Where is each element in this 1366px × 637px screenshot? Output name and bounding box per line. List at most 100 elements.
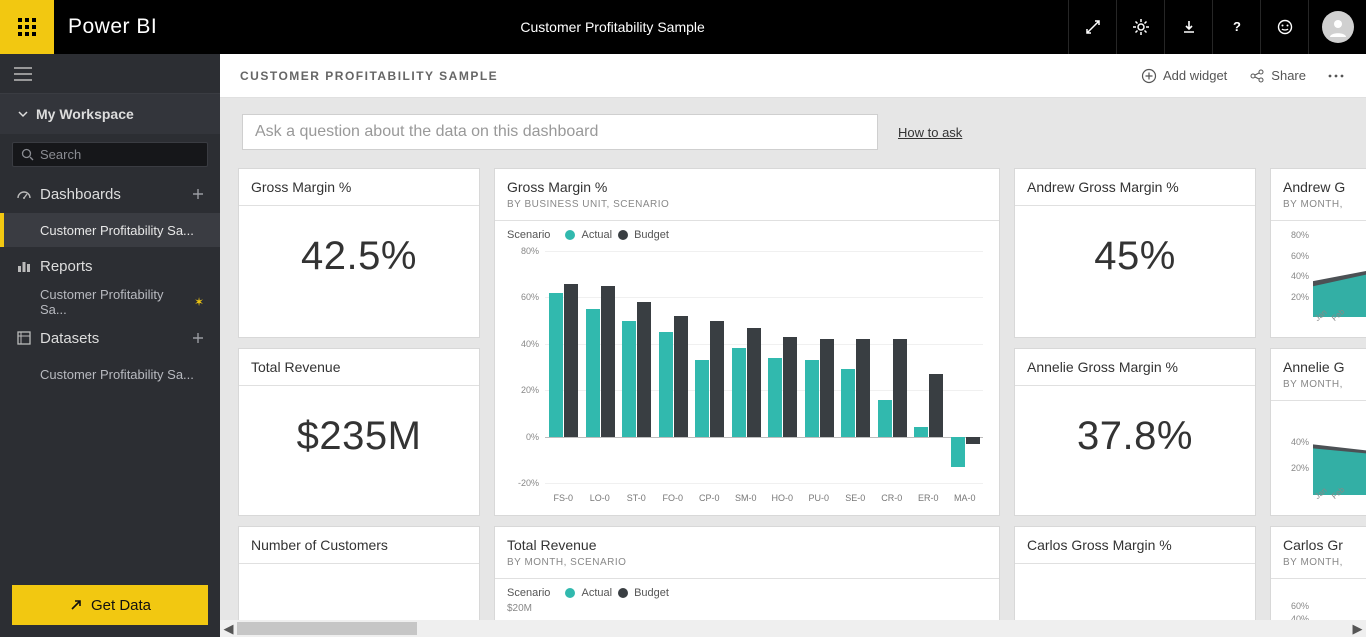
- dashboard-title[interactable]: Customer Profitability Sample: [157, 19, 1068, 35]
- legend-swatch-budget: [618, 230, 628, 240]
- kpi-value: 37.8%: [1027, 414, 1243, 459]
- more-icon: [1328, 74, 1344, 78]
- bar-chart: -20%0%20%40%60%80%FS-0LO-0ST-0FO-0CP-0SM…: [507, 245, 987, 505]
- hamburger-icon: [14, 67, 32, 81]
- smile-icon: [1277, 19, 1293, 35]
- nav-section-reports[interactable]: Reports: [0, 247, 220, 285]
- workspace-selector[interactable]: My Workspace: [0, 94, 220, 134]
- legend-series-a: Actual: [581, 587, 612, 599]
- top-toolbar: ?: [1068, 0, 1366, 54]
- feedback-button[interactable]: [1260, 0, 1308, 54]
- gauge-icon: [16, 186, 32, 202]
- tile-andrew-gm[interactable]: Andrew Gross Margin % 45%: [1014, 168, 1256, 338]
- plus-circle-icon: [1141, 68, 1157, 84]
- brand-label: Power BI: [68, 15, 157, 39]
- main-content: CUSTOMER PROFITABILITY SAMPLE Add widget…: [220, 54, 1366, 637]
- tile-title: Gross Margin %: [507, 179, 987, 195]
- settings-button[interactable]: [1116, 0, 1164, 54]
- sidebar-item-dataset[interactable]: Customer Profitability Sa...: [0, 357, 220, 391]
- tile-title: Total Revenue: [251, 359, 467, 375]
- search-input[interactable]: Search: [12, 142, 208, 167]
- tile-title: Carlos Gross Margin %: [1027, 537, 1243, 553]
- download-icon: [1181, 19, 1197, 35]
- waffle-icon: [17, 17, 37, 37]
- legend-label: Scenario: [507, 587, 550, 599]
- breadcrumb: CUSTOMER PROFITABILITY SAMPLE: [240, 69, 498, 83]
- fullscreen-icon: [1085, 19, 1101, 35]
- nav-section-label: Datasets: [40, 330, 99, 347]
- tile-title: Annelie Gross Margin %: [1027, 359, 1243, 375]
- collapse-sidebar-button[interactable]: [0, 54, 220, 94]
- nav-section-dashboards[interactable]: Dashboards: [0, 175, 220, 213]
- help-button[interactable]: ?: [1212, 0, 1260, 54]
- divider: [239, 563, 479, 564]
- scroll-thumb[interactable]: [237, 622, 417, 635]
- chevron-down-icon: [18, 109, 28, 119]
- legend-swatch-actual: [565, 588, 575, 598]
- y-tick-label: $20M: [507, 603, 987, 614]
- qna-input[interactable]: Ask a question about the data on this da…: [242, 114, 878, 150]
- divider: [1015, 205, 1255, 206]
- help-icon: ?: [1229, 19, 1245, 35]
- svg-text:?: ?: [1233, 19, 1241, 34]
- tile-subtitle: BY BUSINESS UNIT, SCENARIO: [507, 199, 987, 210]
- horizontal-scrollbar[interactable]: ◀ ▶: [220, 620, 1366, 637]
- dashboard-canvas: Ask a question about the data on this da…: [220, 98, 1366, 637]
- divider: [1015, 385, 1255, 386]
- tile-gm-chart[interactable]: Gross Margin % BY BUSINESS UNIT, SCENARI…: [494, 168, 1000, 516]
- tile-gross-margin[interactable]: Gross Margin % 42.5%: [238, 168, 480, 338]
- divider: [495, 220, 999, 221]
- sidebar-item-report[interactable]: Customer Profitability Sa... ✶: [0, 285, 220, 319]
- tile-annelie-gm[interactable]: Annelie Gross Margin % 37.8%: [1014, 348, 1256, 516]
- tile-title: Andrew Gross Margin %: [1027, 179, 1243, 195]
- workspace-label: My Workspace: [36, 106, 134, 122]
- get-data-button[interactable]: Get Data: [12, 585, 208, 625]
- nav-section-label: Reports: [40, 258, 93, 275]
- gear-icon: [1132, 18, 1150, 36]
- tile-annelie-mini[interactable]: Annelie G BY MONTH, 40%20%JanFeb: [1270, 348, 1366, 516]
- action-bar: CUSTOMER PROFITABILITY SAMPLE Add widget…: [220, 54, 1366, 98]
- sidebar: My Workspace Search Dashboards Customer …: [0, 54, 220, 637]
- tile-title: Carlos Gr: [1283, 537, 1357, 553]
- plus-icon[interactable]: [192, 332, 204, 344]
- fullscreen-button[interactable]: [1068, 0, 1116, 54]
- sidebar-item-dashboard[interactable]: Customer Profitability Sa...: [0, 213, 220, 247]
- plus-icon[interactable]: [192, 188, 204, 200]
- divider: [1015, 563, 1255, 564]
- more-actions-button[interactable]: [1328, 74, 1344, 78]
- tile-title: Annelie G: [1283, 359, 1357, 375]
- tile-subtitle: BY MONTH,: [1283, 199, 1357, 210]
- nav-section-datasets[interactable]: Datasets: [0, 319, 220, 357]
- star-icon: ✶: [194, 295, 204, 309]
- legend-series-a: Actual: [581, 229, 612, 241]
- divider: [239, 205, 479, 206]
- tile-andrew-mini[interactable]: Andrew G BY MONTH, 80%60%40%20%JanFeb: [1270, 168, 1366, 338]
- nav-section-label: Dashboards: [40, 186, 121, 203]
- download-button[interactable]: [1164, 0, 1212, 54]
- how-to-ask-link[interactable]: How to ask: [898, 125, 962, 140]
- divider: [239, 385, 479, 386]
- chart-legend: Scenario Actual Budget: [507, 229, 987, 241]
- sidebar-item-label: Customer Profitability Sa...: [40, 367, 194, 382]
- scroll-left-button[interactable]: ◀: [220, 620, 237, 637]
- kpi-value: $235M: [251, 414, 467, 459]
- kpi-value: 45%: [1027, 234, 1243, 279]
- dataset-icon: [16, 330, 32, 346]
- sidebar-item-label: Customer Profitability Sa...: [40, 223, 194, 238]
- tile-total-revenue[interactable]: Total Revenue $235M: [238, 348, 480, 516]
- mini-area-chart: 80%60%40%20%JanFeb: [1283, 221, 1357, 331]
- share-button[interactable]: Share: [1249, 68, 1306, 84]
- top-header: Power BI Customer Profitability Sample ?: [0, 0, 1366, 54]
- account-button[interactable]: [1308, 0, 1366, 54]
- kpi-value: 42.5%: [251, 234, 467, 279]
- legend-swatch-budget: [618, 588, 628, 598]
- app-launcher-button[interactable]: [0, 0, 54, 54]
- search-placeholder: Search: [40, 147, 81, 162]
- arrow-out-icon: [69, 598, 83, 612]
- tile-title: Number of Customers: [251, 537, 467, 553]
- legend-series-b: Budget: [634, 587, 669, 599]
- scroll-right-button[interactable]: ▶: [1349, 620, 1366, 637]
- add-widget-button[interactable]: Add widget: [1141, 68, 1227, 84]
- scroll-track[interactable]: [237, 620, 1349, 637]
- tile-title: Gross Margin %: [251, 179, 467, 195]
